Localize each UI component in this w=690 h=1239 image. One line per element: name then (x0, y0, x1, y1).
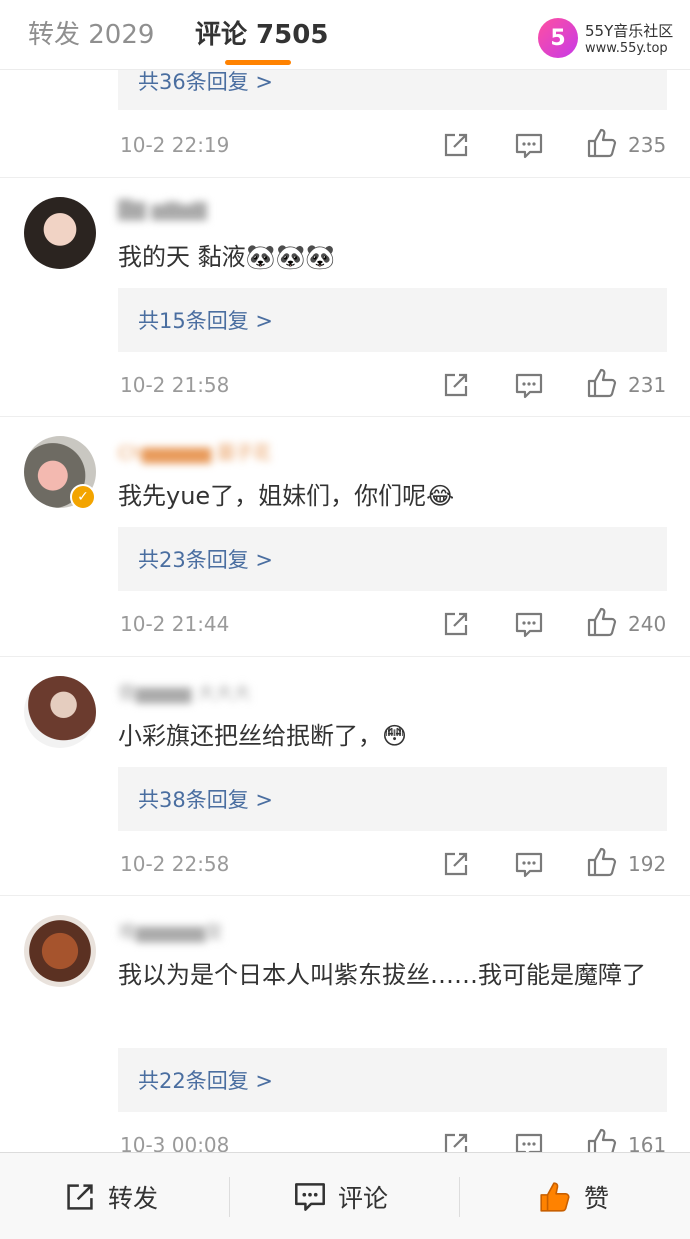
share-icon (444, 612, 468, 636)
thumbs-up-icon (587, 607, 617, 637)
like-button[interactable] (586, 368, 618, 398)
bottom-comment-button[interactable]: 评论 (294, 1153, 388, 1239)
bottom-comment-label: 评论 (338, 1183, 389, 1213)
share-icon (444, 373, 468, 397)
like-count: 192 (628, 852, 667, 876)
comment-item: 难▆▆▆▆▆复 我以为是个日本人叫紫东拔丝……我可能是魔障了 共22条回复 > … (0, 895, 690, 1159)
replies-button[interactable]: 共22条回复 > (118, 1048, 667, 1112)
like-count: 235 (628, 133, 667, 157)
replies-button[interactable]: 共23条回复 > (118, 527, 667, 591)
watermark-title: 55Y音乐社区 (585, 22, 674, 40)
comment-time: 10-2 22:58 (120, 852, 230, 876)
comment-item: 傲▆▆▆▆ 大大大 小彩旗还把丝给抿断了，😳 共38条回复 > 10-2 22:… (0, 656, 690, 895)
repost-button[interactable] (442, 130, 470, 160)
username[interactable]: █▇ ▆▇▆▇ (118, 200, 207, 224)
watermark-url: www.55y.top (585, 41, 668, 56)
repost-button[interactable] (442, 609, 470, 639)
comment-icon (515, 373, 543, 399)
like-button[interactable] (586, 607, 618, 637)
replies-label: 共15条回复 > (138, 309, 273, 333)
comment-button[interactable] (515, 131, 543, 161)
verified-badge-icon: ✓ (70, 484, 96, 510)
username[interactable]: Ch▆▆▆▆▆ 菌子花 (118, 439, 271, 464)
comment-item: ✓ Ch▆▆▆▆▆ 菌子花 我先yue了，姐妹们，你们呢😂 共23条回复 > 1… (0, 416, 690, 656)
thumbs-up-icon (587, 128, 617, 158)
like-button[interactable] (586, 847, 618, 877)
like-count: 231 (628, 373, 667, 397)
comment-text: 小彩旗还把丝给抿断了，😳 (118, 722, 408, 750)
comment-text: 我先yue了，姐妹们，你们呢😂 (118, 482, 455, 510)
share-icon (444, 852, 468, 876)
comment-button[interactable] (515, 610, 543, 640)
bottom-repost-label: 转发 (108, 1183, 159, 1213)
tab-comments[interactable]: 评论 7505 (195, 14, 328, 51)
comment-text: 我的天 黏液🐼🐼🐼 (118, 243, 336, 271)
bottom-like-button[interactable]: 赞 (538, 1153, 609, 1239)
comment-time: 10-2 21:58 (120, 373, 230, 397)
comment-icon (515, 612, 543, 638)
comment-item: █▇ ▆▇▆▇ 我的天 黏液🐼🐼🐼 共15条回复 > 10-2 21:58 23… (0, 177, 690, 416)
comment-icon (295, 1182, 325, 1211)
username[interactable]: 傲▆▆▆▆ 大大大 (118, 679, 251, 704)
top-tab-bar: 转发 2029 评论 7505 5 55Y音乐社区 www.55y.top (0, 0, 690, 70)
username[interactable]: 难▆▆▆▆▆复 (118, 918, 223, 943)
bottom-action-bar: 转发 评论 赞 (0, 1152, 690, 1239)
repost-button[interactable] (442, 849, 470, 879)
thumbs-up-icon (587, 847, 617, 877)
active-tab-indicator (225, 60, 291, 65)
replies-button[interactable]: 共38条回复 > (118, 767, 667, 831)
tab-repost[interactable]: 转发 2029 (28, 14, 154, 51)
replies-label: 共22条回复 > (138, 1069, 273, 1093)
replies-label: 共23条回复 > (138, 548, 273, 572)
replies-label: 共36条回复 > (138, 70, 273, 94)
divider (229, 1177, 230, 1217)
replies-label: 共38条回复 > (138, 788, 273, 812)
comment-time: 10-2 21:44 (120, 612, 230, 636)
comment-time: 10-2 22:19 (120, 133, 230, 157)
share-icon (67, 1183, 93, 1210)
bottom-repost-button[interactable]: 转发 (64, 1153, 158, 1239)
like-button[interactable] (586, 128, 618, 158)
thumbs-up-icon (540, 1181, 570, 1212)
share-icon (444, 133, 468, 157)
avatar[interactable] (24, 915, 96, 987)
thumbs-up-icon (587, 368, 617, 398)
watermark-logo: 5 (538, 18, 578, 58)
comment-icon (515, 133, 543, 159)
avatar[interactable] (24, 197, 96, 269)
comment-icon (515, 852, 543, 878)
bottom-like-label: 赞 (584, 1183, 610, 1213)
repost-button[interactable] (442, 370, 470, 400)
avatar[interactable] (24, 676, 96, 748)
comment-button[interactable] (515, 371, 543, 401)
comment-text: 我以为是个日本人叫紫东拔丝……我可能是魔障了 (118, 961, 646, 989)
divider (459, 1177, 460, 1217)
comment-button[interactable] (515, 850, 543, 880)
like-count: 240 (628, 612, 667, 636)
replies-button[interactable]: 共15条回复 > (118, 288, 667, 352)
